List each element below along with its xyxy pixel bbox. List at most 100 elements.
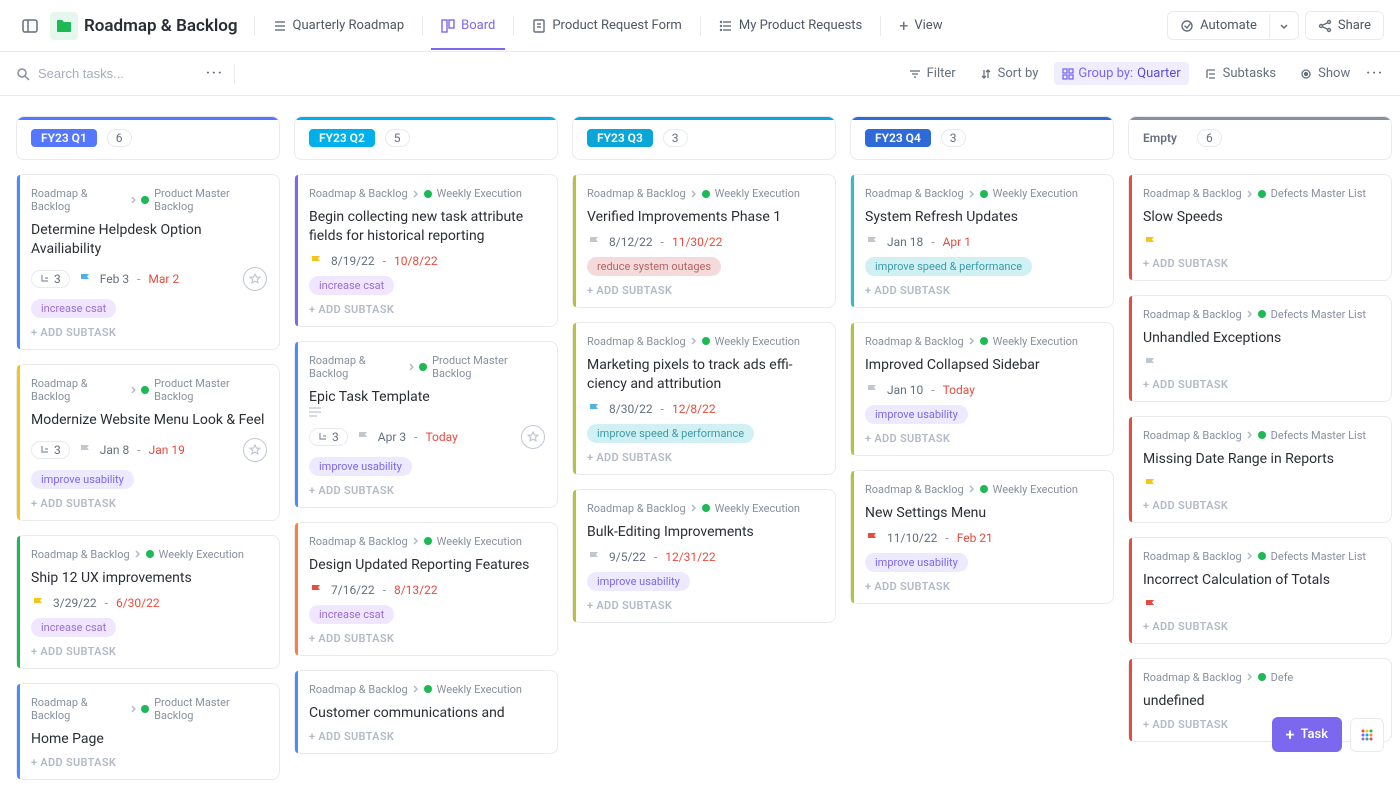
add-subtask-button[interactable]: + ADD SUBTASK — [865, 432, 1101, 445]
add-subtask-button[interactable]: + ADD SUBTASK — [1143, 499, 1379, 512]
view-tab-my-product-requests[interactable]: My Product Requests — [709, 10, 872, 41]
task-card[interactable]: Roadmap & Backlog Weekly Execution Verif… — [572, 174, 836, 308]
task-card[interactable]: Roadmap & Backlog Product Master Backlog… — [16, 174, 280, 350]
subtask-count[interactable]: 3 — [309, 428, 348, 446]
add-view-label: View — [914, 18, 942, 33]
tag-row: improve speed & performance — [587, 424, 823, 443]
task-card[interactable]: Roadmap & Backlog Weekly Execution Marke… — [572, 322, 836, 475]
start-date: Jan 18 — [887, 235, 923, 249]
tag[interactable]: increase csat — [31, 618, 116, 637]
priority-flag-icon[interactable] — [309, 583, 323, 597]
tag[interactable]: improve usability — [31, 470, 134, 489]
tag[interactable]: reduce system outages — [587, 257, 721, 276]
breadcrumb-parent: Roadmap & Backlog — [309, 187, 408, 200]
task-card[interactable]: Roadmap & Backlog Weekly Execution Impro… — [850, 322, 1114, 456]
add-subtask-button[interactable]: + ADD SUBTASK — [865, 284, 1101, 297]
add-subtask-button[interactable]: + ADD SUBTASK — [1143, 257, 1379, 270]
tag[interactable]: increase csat — [309, 276, 394, 295]
toolbar-more-icon[interactable]: ··· — [1366, 66, 1384, 81]
priority-flag-icon[interactable] — [1143, 235, 1157, 249]
task-card[interactable]: Roadmap & Backlog Weekly Execution Custo… — [294, 670, 558, 755]
share-button[interactable]: Share — [1305, 11, 1384, 40]
card-breadcrumb: Roadmap & Backlog Product Master Backlog — [31, 377, 267, 403]
star-icon[interactable] — [243, 267, 267, 291]
priority-flag-icon[interactable] — [865, 235, 879, 249]
star-icon[interactable] — [243, 438, 267, 462]
priority-flag-icon[interactable] — [865, 531, 879, 545]
search-input[interactable] — [38, 66, 198, 81]
add-subtask-button[interactable]: + ADD SUBTASK — [865, 580, 1101, 593]
filter-button[interactable]: Filter — [901, 62, 964, 85]
task-card[interactable]: Roadmap & Backlog Product Master Backlog… — [294, 341, 558, 508]
view-tab-board[interactable]: Board — [431, 10, 505, 41]
priority-flag-icon[interactable] — [587, 235, 601, 249]
task-card[interactable]: Roadmap & Backlog Defects Master List Sl… — [1128, 174, 1392, 281]
tag[interactable]: improve usability — [865, 405, 968, 424]
add-subtask-button[interactable]: + ADD SUBTASK — [309, 484, 545, 497]
star-icon[interactable] — [521, 425, 545, 449]
automate-chevron-icon[interactable] — [1269, 14, 1298, 38]
priority-flag-icon[interactable] — [31, 596, 45, 610]
task-card[interactable]: Roadmap & Backlog Product Master Backlog… — [16, 683, 280, 781]
tag[interactable]: increase csat — [31, 299, 116, 318]
add-subtask-button[interactable]: + ADD SUBTASK — [1143, 620, 1379, 633]
add-subtask-button[interactable]: + ADD SUBTASK — [309, 632, 545, 645]
task-card[interactable]: Roadmap & Backlog Defects Master List In… — [1128, 537, 1392, 644]
search-more-icon[interactable]: ··· — [206, 66, 224, 81]
task-card[interactable]: Roadmap & Backlog Weekly Execution Ship … — [16, 535, 280, 669]
view-tab-product-request-form[interactable]: Product Request Form — [522, 10, 692, 41]
sidebar-toggle-icon[interactable] — [16, 12, 44, 40]
groupby-button[interactable]: Group by: Quarter — [1054, 62, 1188, 85]
task-card[interactable]: Roadmap & Backlog Weekly Execution Syste… — [850, 174, 1114, 308]
show-button[interactable]: Show — [1292, 62, 1358, 85]
task-card[interactable]: Roadmap & Backlog Product Master Backlog… — [16, 364, 280, 521]
task-card[interactable]: Roadmap & Backlog Weekly Execution Desig… — [294, 522, 558, 656]
sort-button[interactable]: Sort by — [972, 62, 1047, 85]
tag[interactable]: improve usability — [309, 457, 412, 476]
add-subtask-button[interactable]: + ADD SUBTASK — [587, 451, 823, 464]
add-subtask-button[interactable]: + ADD SUBTASK — [31, 645, 267, 658]
view-tab-quarterly-roadmap[interactable]: Quarterly Roadmap — [263, 10, 415, 41]
breadcrumb-leaf: Product Master Backlog — [432, 354, 545, 380]
add-subtask-button[interactable]: + ADD SUBTASK — [1143, 378, 1379, 391]
tag[interactable]: improve usability — [865, 553, 968, 572]
subtasks-button[interactable]: Subtasks — [1197, 62, 1285, 85]
tag[interactable]: improve usability — [587, 572, 690, 591]
column-header[interactable]: Empty6 — [1128, 116, 1392, 160]
subtask-count[interactable]: 3 — [31, 441, 70, 459]
task-card[interactable]: Roadmap & Backlog Weekly Execution New S… — [850, 470, 1114, 604]
tag[interactable]: improve speed & performance — [865, 257, 1032, 276]
priority-flag-icon[interactable] — [78, 272, 92, 286]
add-view-button[interactable]: + View — [889, 8, 952, 43]
task-card[interactable]: Roadmap & Backlog Defects Master List Un… — [1128, 295, 1392, 402]
new-task-button[interactable]: + Task — [1272, 717, 1342, 752]
priority-flag-icon[interactable] — [356, 430, 370, 444]
column-header[interactable]: FY23 Q33 — [572, 116, 836, 160]
priority-flag-icon[interactable] — [1143, 477, 1157, 491]
task-card[interactable]: Roadmap & Backlog Weekly Execution Bulk-… — [572, 489, 836, 623]
tag[interactable]: increase csat — [309, 605, 394, 624]
apps-button[interactable] — [1350, 718, 1384, 752]
automate-button[interactable]: Automate — [1168, 12, 1269, 39]
priority-flag-icon[interactable] — [1143, 598, 1157, 612]
priority-flag-icon[interactable] — [78, 443, 92, 457]
priority-flag-icon[interactable] — [1143, 356, 1157, 370]
column-header[interactable]: FY23 Q16 — [16, 116, 280, 160]
tag[interactable]: improve speed & performance — [587, 424, 754, 443]
add-subtask-button[interactable]: + ADD SUBTASK — [309, 730, 545, 743]
add-subtask-button[interactable]: + ADD SUBTASK — [587, 599, 823, 612]
add-subtask-button[interactable]: + ADD SUBTASK — [309, 303, 545, 316]
priority-flag-icon[interactable] — [587, 550, 601, 564]
column-header[interactable]: FY23 Q25 — [294, 116, 558, 160]
priority-flag-icon[interactable] — [309, 254, 323, 268]
column-header[interactable]: FY23 Q43 — [850, 116, 1114, 160]
add-subtask-button[interactable]: + ADD SUBTASK — [31, 497, 267, 510]
priority-flag-icon[interactable] — [865, 383, 879, 397]
breadcrumb-parent: Roadmap & Backlog — [309, 535, 408, 548]
task-card[interactable]: Roadmap & Backlog Weekly Execution Begin… — [294, 174, 558, 327]
task-card[interactable]: Roadmap & Backlog Defects Master List Mi… — [1128, 416, 1392, 523]
priority-flag-icon[interactable] — [587, 402, 601, 416]
add-subtask-button[interactable]: + ADD SUBTASK — [31, 326, 267, 339]
add-subtask-button[interactable]: + ADD SUBTASK — [587, 284, 823, 297]
subtask-count[interactable]: 3 — [31, 270, 70, 288]
